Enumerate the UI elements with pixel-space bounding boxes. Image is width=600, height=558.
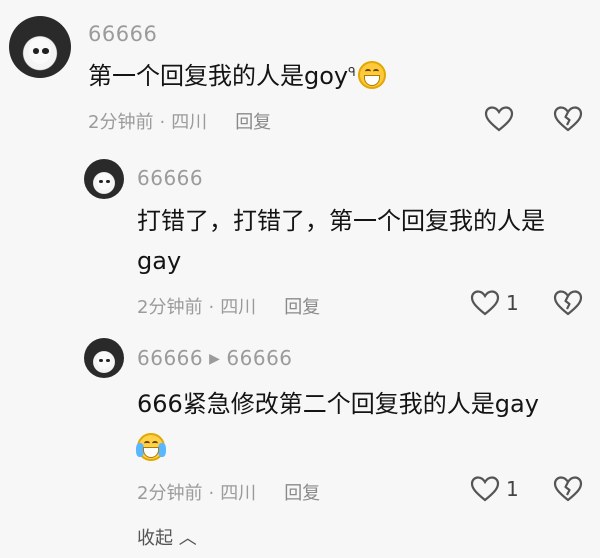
username[interactable]: 66666 (137, 166, 203, 190)
comment-meta: 2分钟前 · 四川 回复 (88, 112, 272, 133)
heart-outline-icon (470, 290, 500, 316)
dislike-button[interactable] (553, 475, 583, 503)
reply-button[interactable]: 回复 (284, 297, 320, 318)
like-count: 1 (506, 291, 519, 315)
username-thread: 66666 ▶ 66666 (137, 346, 293, 370)
comment-time: 2分钟前 (137, 483, 203, 504)
collapse-replies-button[interactable]: 收起 ︿ (137, 524, 197, 550)
broken-heart-icon (553, 290, 583, 316)
username[interactable]: 66666 (88, 22, 157, 46)
comment-text-line: gay (137, 247, 182, 275)
comment-text: 666紧急修改第二个回复我的人是gay (136, 384, 539, 468)
comment-meta: 2分钟前 · 四川 回复 (137, 483, 321, 504)
comment-text-body: 第一个回复我的人是goy (88, 62, 349, 90)
like-button[interactable]: 1 (470, 289, 519, 317)
broken-heart-icon (553, 476, 583, 502)
comment-meta: 2分钟前 · 四川 回复 (137, 297, 321, 318)
avatar[interactable] (84, 338, 124, 378)
avatar[interactable] (84, 159, 124, 199)
grin-emoji-icon (357, 61, 386, 89)
search-link-icon[interactable]: ᑫ (348, 65, 356, 79)
broken-heart-icon (553, 106, 583, 132)
dislike-button[interactable] (553, 289, 583, 317)
comment-text: 打错了，打错了，第一个回复我的人是 gay (137, 201, 545, 281)
reply-button[interactable]: 回复 (284, 483, 320, 504)
comment-time: 2分钟前 (137, 297, 203, 318)
laugh-cry-emoji-icon (136, 433, 166, 461)
heart-outline-icon (470, 476, 500, 502)
comment-text-line: 打错了，打错了，第一个回复我的人是 (137, 207, 545, 235)
reply-to-username[interactable]: 66666 (226, 346, 292, 370)
like-button[interactable]: 1 (470, 475, 519, 503)
dislike-button[interactable] (553, 105, 583, 133)
heart-outline-icon (484, 106, 514, 132)
comment-time: 2分钟前 (88, 112, 154, 133)
reply-button[interactable]: 回复 (235, 112, 271, 133)
comment-text-line: 666紧急修改第二个回复我的人是gay (137, 390, 539, 418)
username[interactable]: 66666 (137, 346, 203, 370)
comment-location: 四川 (220, 483, 257, 504)
reply-arrow-icon: ▶ (209, 351, 221, 367)
like-count: 1 (506, 477, 519, 501)
comment-text: 第一个回复我的人是goyᑫ (88, 52, 386, 96)
comment-location: 四川 (220, 297, 257, 318)
avatar[interactable] (9, 16, 71, 78)
comment-location: 四川 (171, 112, 208, 133)
like-button[interactable] (484, 105, 520, 133)
